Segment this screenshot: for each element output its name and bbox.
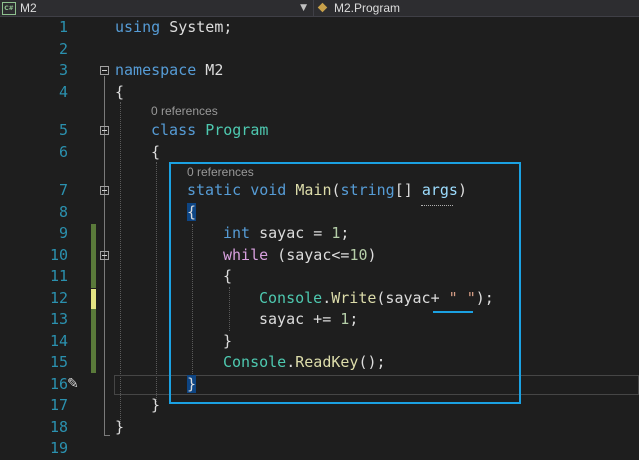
code-line-6[interactable]: {: [151, 142, 160, 164]
csharp-project-icon: C#: [2, 2, 16, 15]
line-number: 9: [58, 224, 68, 242]
line-number: 17: [49, 396, 68, 414]
project-dropdown[interactable]: C# M2 ▼: [0, 0, 314, 16]
collapse-method-icon[interactable]: [100, 186, 109, 195]
class-name: Program: [205, 121, 269, 139]
code-line-4[interactable]: {: [115, 82, 124, 104]
collapse-namespace-icon[interactable]: [100, 66, 109, 75]
annotation-box: [169, 162, 521, 404]
code-line-1[interactable]: using System;: [115, 17, 232, 39]
line-number: 19: [49, 439, 68, 457]
keyword: class: [151, 121, 197, 139]
change-indicator-saved: [91, 309, 96, 373]
code-line-18[interactable]: }: [115, 417, 124, 439]
code-line-5[interactable]: class Program: [151, 120, 268, 142]
keyword: using: [115, 18, 161, 36]
project-name: M2: [20, 1, 37, 15]
change-indicator-saved: [91, 224, 96, 288]
change-indicator-unsaved: [91, 289, 96, 309]
line-number: 8: [58, 202, 68, 221]
line-number: 7: [58, 181, 68, 199]
line-number: 12: [49, 288, 68, 307]
member-dropdown[interactable]: M2.Program: [314, 0, 639, 16]
collapse-class-icon[interactable]: [100, 126, 109, 135]
indent-guide: [156, 162, 157, 402]
codelens-references[interactable]: 0 references: [151, 104, 218, 118]
line-number: 18: [49, 417, 68, 436]
line-number: 14: [49, 331, 68, 350]
line-number: 5: [58, 121, 68, 139]
line-number: 10: [49, 245, 68, 264]
navigation-bar: C# M2 ▼ M2.Program: [0, 0, 639, 17]
keyword: namespace: [115, 61, 197, 79]
member-name: M2.Program: [334, 1, 401, 15]
class-icon: [317, 2, 328, 13]
outline-end: [104, 435, 110, 436]
punctuation: ;: [223, 18, 233, 36]
chevron-down-icon[interactable]: ▼: [300, 0, 307, 16]
namespace-name: System: [169, 18, 224, 36]
line-number: 6: [58, 142, 68, 161]
line-number: 4: [58, 82, 68, 101]
line-number: 1: [58, 18, 68, 36]
code-line-17[interactable]: }: [151, 395, 160, 417]
collapse-while-icon[interactable]: [100, 251, 109, 260]
line-number: 13: [49, 310, 68, 328]
line-number: 2: [58, 39, 68, 58]
namespace-name: M2: [196, 61, 224, 79]
line-number: 15: [49, 353, 68, 371]
code-line-3[interactable]: namespace M2: [115, 60, 223, 82]
line-number: 11: [49, 267, 68, 285]
quick-actions-pencil-icon[interactable]: ✎: [67, 376, 79, 392]
line-number: 3: [58, 61, 68, 79]
line-number: 16: [49, 374, 68, 393]
